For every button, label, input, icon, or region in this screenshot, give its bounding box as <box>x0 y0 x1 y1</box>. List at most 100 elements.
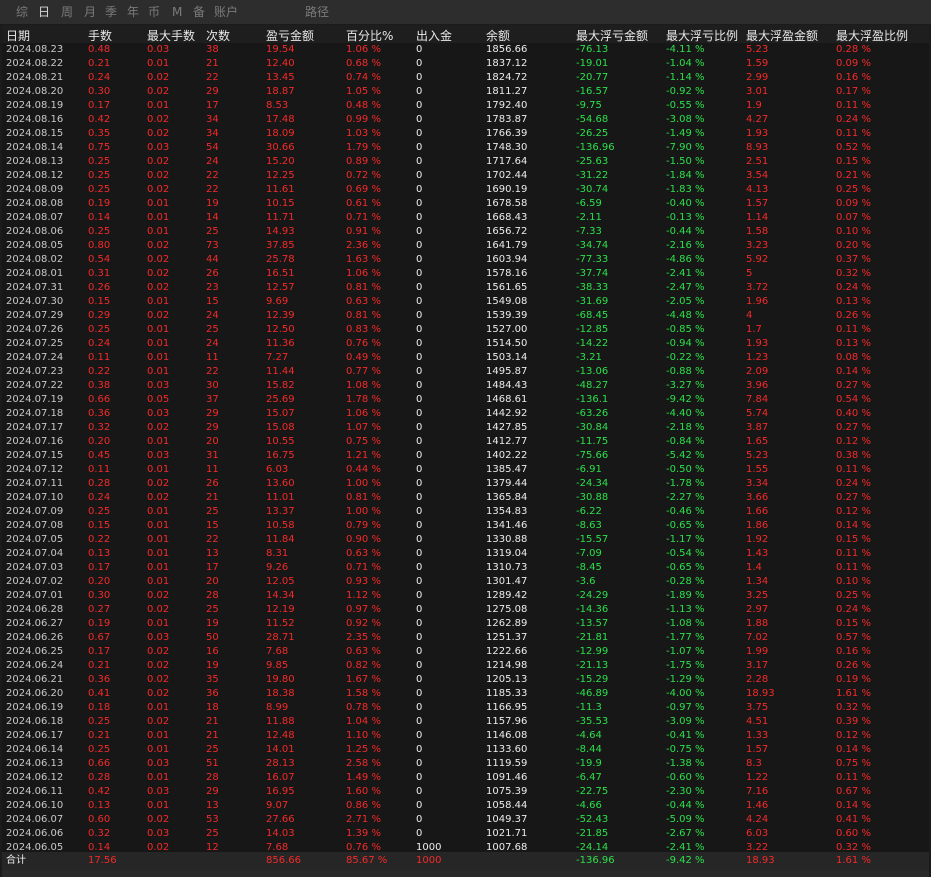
table-row[interactable]: 2024.07.17 0.32 0.02 29 15.08 1.07 % 0 1427.85 -… <box>2 421 929 435</box>
table-row[interactable]: 2024.07.11 0.28 0.02 26 13.60 1.00 % 0 1379.44 -… <box>2 477 929 491</box>
tab-7[interactable]: M <box>172 4 182 20</box>
table-row[interactable]: 2024.08.01 0.31 0.02 26 16.51 1.06 % 0 1578.16 -… <box>2 267 929 281</box>
table-row[interactable]: 2024.06.19 0.18 0.01 18 8.99 0.78 % 0 1166.95 -1… <box>2 701 929 715</box>
table-row[interactable]: 2024.07.05 0.22 0.01 22 11.84 0.90 % 0 1330.88 -… <box>2 533 929 547</box>
table-row[interactable]: 2024.07.04 0.13 0.01 13 8.31 0.63 % 0 1319.04 -7… <box>2 547 929 561</box>
table-row[interactable]: 2024.08.02 0.54 0.02 44 25.78 1.63 % 0 1603.94 -… <box>2 253 929 267</box>
date-cell: 2024.07.03 <box>6 562 64 573</box>
table-row[interactable]: 2024.06.14 0.25 0.01 25 14.01 1.25 % 0 1133.60 -… <box>2 743 929 757</box>
max-lots-cell: 0.01 <box>147 436 170 447</box>
table-row[interactable]: 2024.08.15 0.35 0.02 34 18.09 1.03 % 0 1766.39 -… <box>2 127 929 141</box>
table-row[interactable]: 2024.08.13 0.25 0.02 24 15.20 0.89 % 0 1717.64 -… <box>2 155 929 169</box>
table-row[interactable]: 2024.08.14 0.75 0.03 54 30.66 1.79 % 0 1748.30 -… <box>2 141 929 155</box>
pnl-percent-cell: 1.05 % <box>346 86 381 97</box>
date-cell: 2024.06.27 <box>6 618 64 629</box>
pnl-percent-cell: 0.93 % <box>346 576 381 587</box>
pnl-percent-cell: 1.25 % <box>346 744 381 755</box>
table-row[interactable]: 2024.08.19 0.17 0.01 17 8.53 0.48 % 0 1792.40 -9… <box>2 99 929 113</box>
table-row[interactable]: 2024.06.12 0.28 0.01 28 16.07 1.49 % 0 1091.46 -… <box>2 771 929 785</box>
table-row[interactable]: 2024.08.08 0.19 0.01 19 10.15 0.61 % 0 1678.58 -… <box>2 197 929 211</box>
column-header-date[interactable]: 日期 <box>6 27 30 44</box>
table-row[interactable]: 2024.06.21 0.36 0.02 35 19.80 1.67 % 0 1205.13 -… <box>2 673 929 687</box>
tab-3[interactable]: 月 <box>84 4 96 20</box>
table-row[interactable]: 2024.06.13 0.66 0.03 51 28.13 2.58 % 0 1119.59 -… <box>2 757 929 771</box>
table-row[interactable]: 2024.07.01 0.30 0.02 28 14.34 1.12 % 0 1289.42 -… <box>2 589 929 603</box>
column-header-balance[interactable]: 余额 <box>486 27 510 44</box>
tab-6[interactable]: 币 <box>148 4 160 20</box>
count-cell: 50 <box>206 632 219 643</box>
table-row[interactable]: 2024.06.28 0.27 0.02 25 12.19 0.97 % 0 1275.08 -… <box>2 603 929 617</box>
table-row[interactable]: 2024.07.02 0.20 0.01 20 12.05 0.93 % 0 1301.47 -… <box>2 575 929 589</box>
table-row[interactable]: 2024.06.26 0.67 0.03 50 28.71 2.35 % 0 1251.37 -… <box>2 631 929 645</box>
table-row[interactable]: 2024.07.19 0.66 0.05 37 25.69 1.78 % 0 1468.61 -… <box>2 393 929 407</box>
column-header-max-float-loss[interactable]: 最大浮亏金额 <box>576 27 648 44</box>
table-row[interactable]: 2024.07.12 0.11 0.01 11 6.03 0.44 % 0 1385.47 -6… <box>2 463 929 477</box>
table-row[interactable]: 2024.08.12 0.25 0.02 22 12.25 0.72 % 0 1702.44 -… <box>2 169 929 183</box>
column-header-max-float-loss-pct[interactable]: 最大浮亏比例 <box>666 27 738 44</box>
max-lots-cell: 0.01 <box>147 296 170 307</box>
pnl-percent-cell: 1.78 % <box>346 394 381 405</box>
column-header-count[interactable]: 次数 <box>206 27 230 44</box>
balance-cell: 1379.44 <box>486 478 528 489</box>
column-header-lots[interactable]: 手数 <box>88 27 112 44</box>
table-row[interactable]: 2024.06.17 0.21 0.01 21 12.48 1.10 % 0 1146.08 -… <box>2 729 929 743</box>
table-row[interactable]: 2024.07.23 0.22 0.01 22 11.44 0.77 % 0 1495.87 -… <box>2 365 929 379</box>
max-float-profit-pct-cell: 0.27 % <box>836 492 871 503</box>
table-row[interactable]: 2024.07.15 0.45 0.03 31 16.75 1.21 % 0 1402.22 -… <box>2 449 929 463</box>
table-row[interactable]: 2024.06.11 0.42 0.03 29 16.95 1.60 % 0 1075.39 -… <box>2 785 929 799</box>
table-row[interactable]: 2024.07.08 0.15 0.01 15 10.58 0.79 % 0 1341.46 -… <box>2 519 929 533</box>
max-float-loss-cell: -75.66 <box>576 450 609 461</box>
table-row[interactable]: 2024.07.10 0.24 0.02 21 11.01 0.81 % 0 1365.84 -… <box>2 491 929 505</box>
table-row[interactable]: 2024.06.07 0.60 0.02 53 27.66 2.71 % 0 1049.37 -… <box>2 813 929 827</box>
daily-stats-panel: 日期 手数 最大手数 次数 盈亏金额 百分比% 出入金 余额 最大浮亏金额 最大浮亏比例 最大浮盈金… <box>2 25 929 877</box>
max-float-loss-pct-cell: -4.11 % <box>666 44 705 55</box>
column-header-max-lots[interactable]: 最大手数 <box>147 27 195 44</box>
table-row[interactable]: 2024.07.25 0.24 0.01 24 11.36 0.76 % 0 1514.50 -… <box>2 337 929 351</box>
table-row[interactable]: 2024.08.22 0.21 0.01 21 12.40 0.68 % 0 1837.12 -… <box>2 57 929 71</box>
tab-9[interactable]: 账户 <box>214 4 238 20</box>
column-header-pnl-amount[interactable]: 盈亏金额 <box>266 27 314 44</box>
pnl-amount-cell: 9.69 <box>266 296 289 307</box>
max-float-profit-pct-cell: 0.10 % <box>836 576 871 587</box>
tab-2[interactable]: 周 <box>61 4 73 20</box>
tab-4[interactable]: 季 <box>105 4 117 20</box>
table-row[interactable]: 2024.06.06 0.32 0.03 25 14.03 1.39 % 0 1021.71 -… <box>2 827 929 841</box>
column-header-deposit-withdrawal[interactable]: 出入金 <box>416 27 452 44</box>
column-header-max-float-profit[interactable]: 最大浮盈金额 <box>746 27 818 44</box>
table-row[interactable]: 2024.08.21 0.24 0.02 22 13.45 0.74 % 0 1824.72 -… <box>2 71 929 85</box>
table-row[interactable]: 2024.06.24 0.21 0.02 19 9.85 0.82 % 0 1214.98 -2… <box>2 659 929 673</box>
date-cell: 2024.07.26 <box>6 324 64 335</box>
table-row[interactable]: 2024.08.20 0.30 0.02 29 18.87 1.05 % 0 1811.27 -… <box>2 85 929 99</box>
table-row[interactable]: 2024.08.16 0.42 0.02 34 17.48 0.99 % 0 1783.87 -… <box>2 113 929 127</box>
tab-5[interactable]: 年 <box>127 4 139 20</box>
table-row[interactable]: 2024.06.27 0.19 0.01 19 11.52 0.92 % 0 1262.89 -… <box>2 617 929 631</box>
table-row[interactable]: 2024.07.22 0.38 0.03 30 15.82 1.08 % 0 1484.43 -… <box>2 379 929 393</box>
table-row[interactable]: 2024.07.29 0.29 0.02 24 12.39 0.81 % 0 1539.39 -… <box>2 309 929 323</box>
table-row[interactable]: 2024.07.31 0.26 0.02 23 12.57 0.81 % 0 1561.65 -… <box>2 281 929 295</box>
table-row[interactable]: 2024.07.16 0.20 0.01 20 10.55 0.75 % 0 1412.77 -… <box>2 435 929 449</box>
table-row[interactable]: 2024.07.26 0.25 0.01 25 12.50 0.83 % 0 1527.00 -… <box>2 323 929 337</box>
table-row[interactable]: 2024.06.25 0.17 0.02 16 7.68 0.63 % 0 1222.66 -1… <box>2 645 929 659</box>
table-row[interactable]: 2024.06.18 0.25 0.02 21 11.88 1.04 % 0 1157.96 -… <box>2 715 929 729</box>
column-header-max-float-profit-pct[interactable]: 最大浮盈比例 <box>836 27 908 44</box>
table-row[interactable]: 2024.07.09 0.25 0.01 25 13.37 1.00 % 0 1354.83 -… <box>2 505 929 519</box>
max-lots-cell: 0.02 <box>147 184 170 195</box>
max-float-loss-cell: -52.43 <box>576 814 609 825</box>
table-row[interactable]: 2024.08.06 0.25 0.01 25 14.93 0.91 % 0 1656.72 -… <box>2 225 929 239</box>
table-row[interactable]: 2024.06.10 0.13 0.01 13 9.07 0.86 % 0 1058.44 -4… <box>2 799 929 813</box>
table-row[interactable]: 2024.07.03 0.17 0.01 17 9.26 0.71 % 0 1310.73 -8… <box>2 561 929 575</box>
horizontal-scrollbar[interactable] <box>2 870 929 877</box>
tab-10[interactable]: 路径 <box>305 4 329 20</box>
table-row[interactable]: 2024.07.18 0.36 0.03 29 15.07 1.06 % 0 1442.92 -… <box>2 407 929 421</box>
tab-0[interactable]: 综 <box>16 4 28 20</box>
tab-8[interactable]: 备 <box>193 4 205 20</box>
table-row[interactable]: 2024.06.20 0.41 0.02 36 18.38 1.58 % 0 1185.33 -… <box>2 687 929 701</box>
table-row[interactable]: 2024.07.30 0.15 0.01 15 9.69 0.63 % 0 1549.08 -3… <box>2 295 929 309</box>
table-row[interactable]: 2024.08.23 0.48 0.03 38 19.54 1.06 % 0 1856.66 -… <box>2 43 929 57</box>
table-row[interactable]: 2024.08.05 0.80 0.02 73 37.85 2.36 % 0 1641.79 -… <box>2 239 929 253</box>
table-row[interactable]: 2024.08.09 0.25 0.02 22 11.61 0.69 % 0 1690.19 -… <box>2 183 929 197</box>
table-row[interactable]: 2024.07.24 0.11 0.01 11 7.27 0.49 % 0 1503.14 -3… <box>2 351 929 365</box>
column-header-pnl-percent[interactable]: 百分比% <box>346 27 393 44</box>
tab-1[interactable]: 日 <box>38 4 50 20</box>
table-row[interactable]: 2024.08.07 0.14 0.01 14 11.71 0.71 % 0 1668.43 -… <box>2 211 929 225</box>
